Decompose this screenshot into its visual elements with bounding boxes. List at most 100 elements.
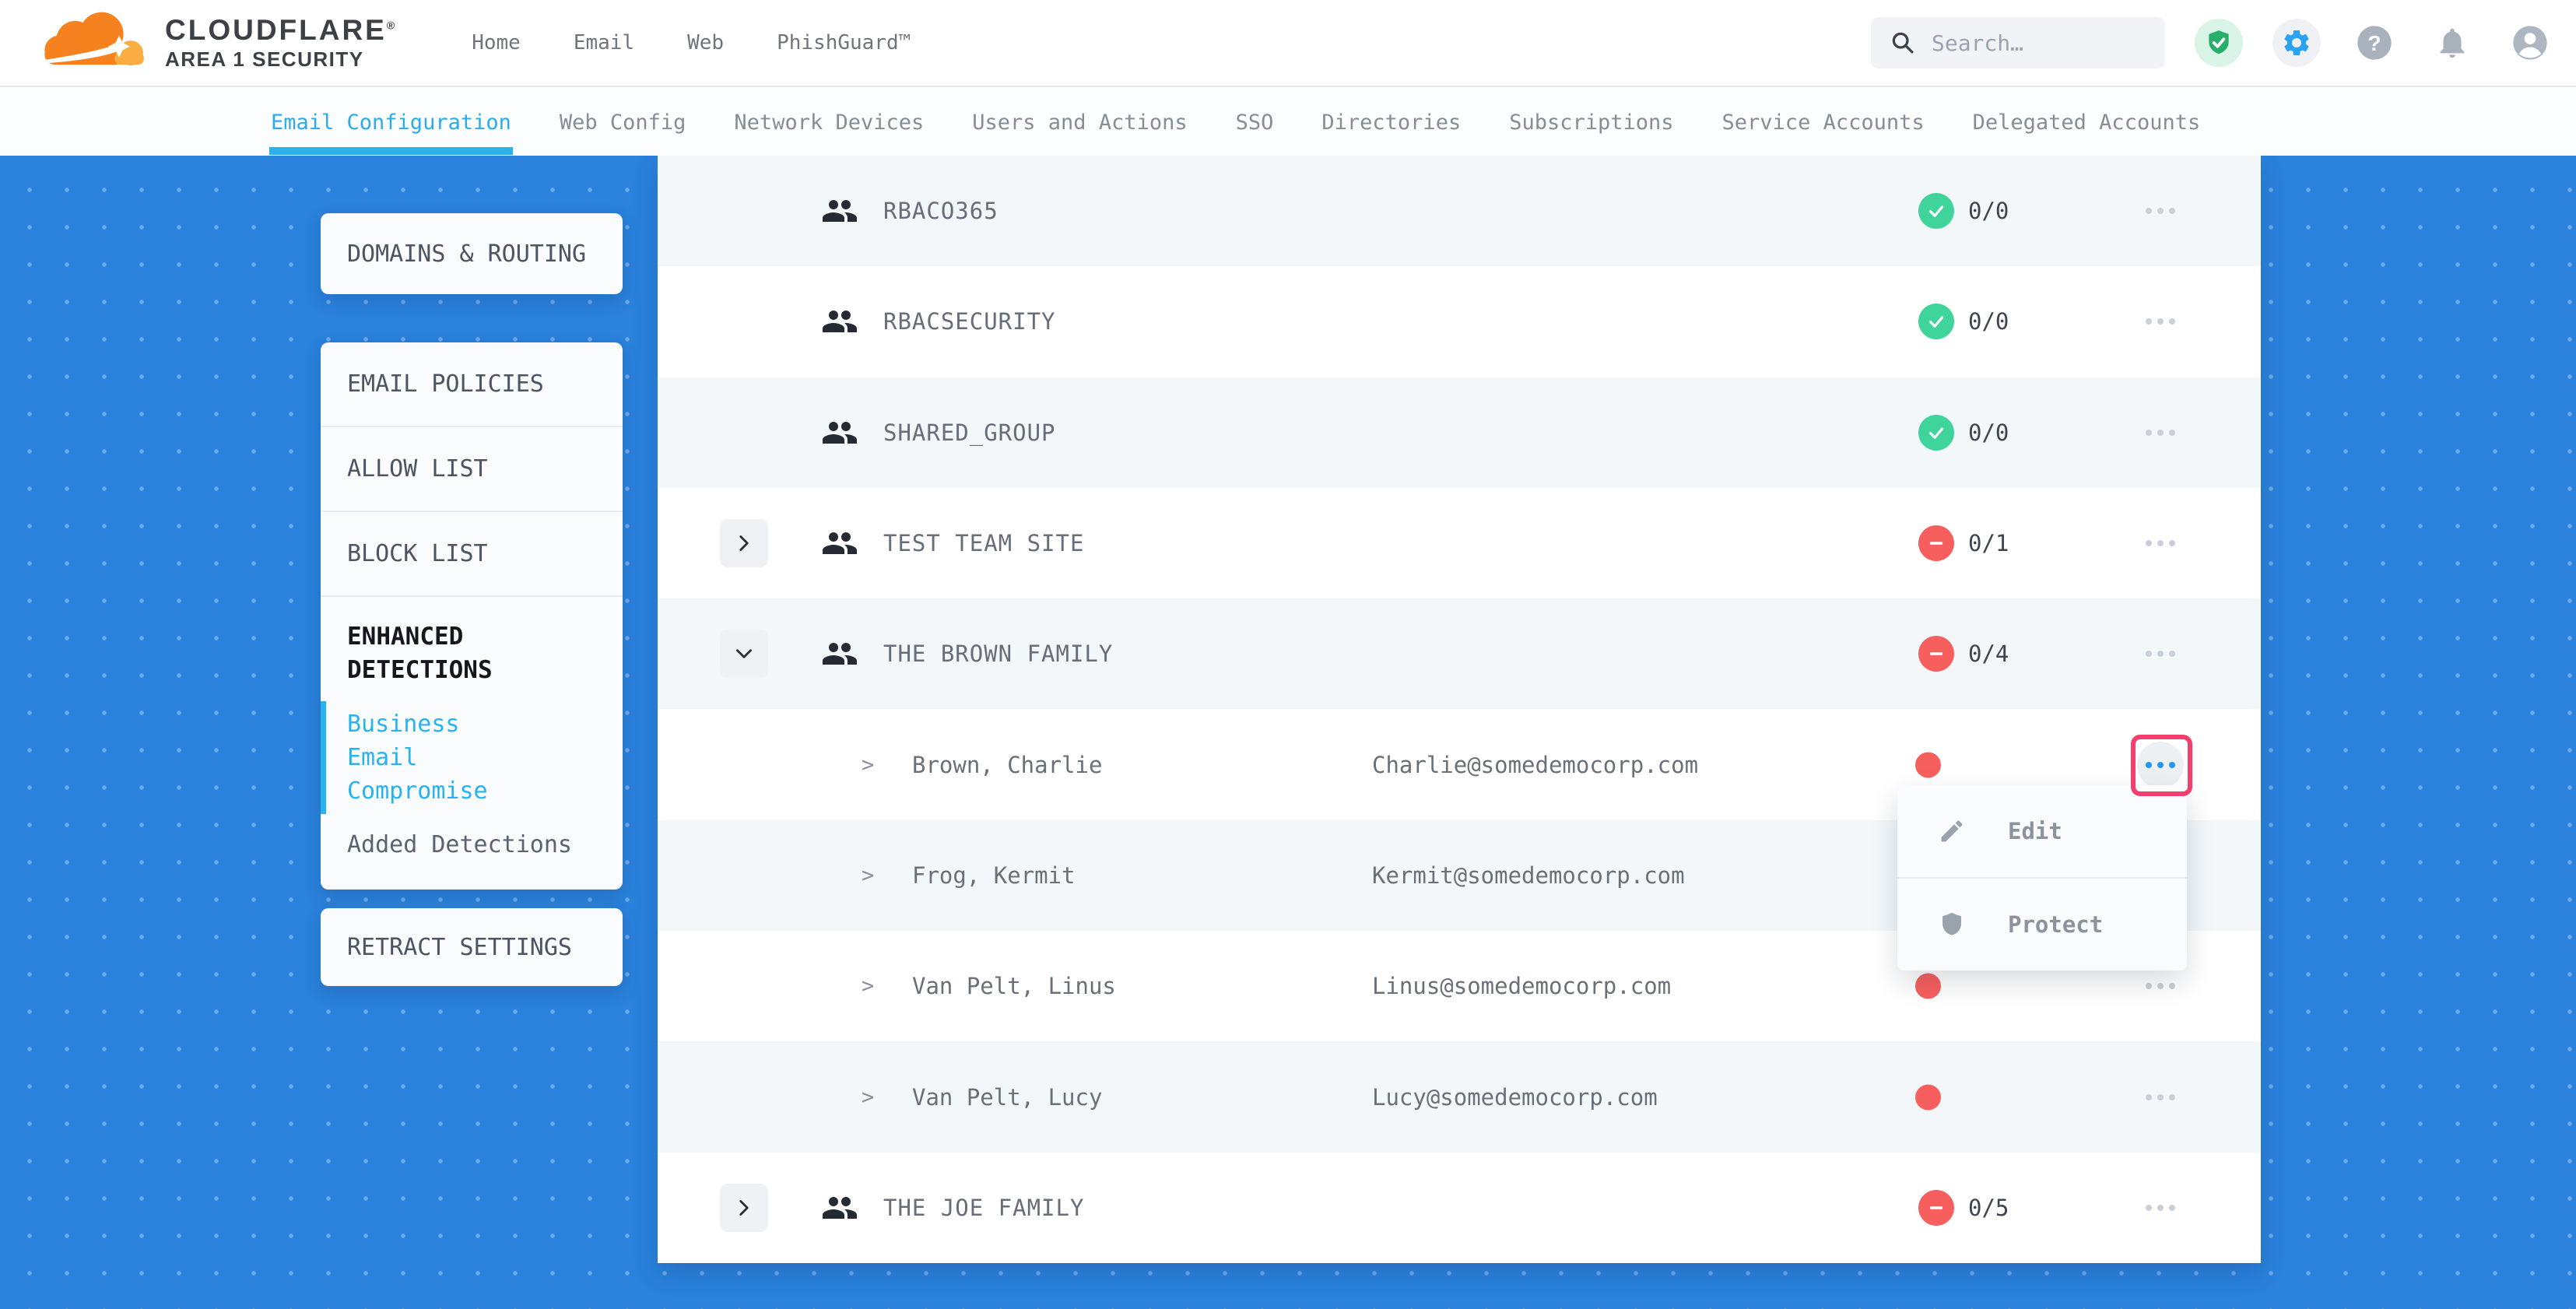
- dot: [2169, 318, 2175, 325]
- row-actions-menu-button[interactable]: [2137, 630, 2184, 677]
- status-dot: [1915, 1084, 1941, 1110]
- settings-gear-icon[interactable]: [2272, 19, 2321, 67]
- notifications-bell-icon[interactable]: [2428, 19, 2476, 67]
- protection-count: 0/1: [1968, 530, 2009, 556]
- table-row-group[interactable]: RBACO3650/0: [658, 156, 2261, 266]
- groups-table: RBACO3650/0RBACSECURITY0/0SHARED_GROUP0/…: [658, 156, 2261, 1263]
- section-tabbar: Email Configuration Web Config Network Dev…: [0, 89, 2576, 156]
- people-icon: [821, 414, 858, 451]
- tab-users-and-actions[interactable]: Users and Actions: [972, 111, 1187, 135]
- sidebar-item-domains-routing[interactable]: DOMAINS & ROUTING: [321, 213, 623, 294]
- group-people-icon: [821, 525, 858, 562]
- row-actions-menu-button[interactable]: [2137, 298, 2184, 345]
- sidebar-item-added-detections[interactable]: Added Detections: [347, 828, 596, 862]
- dot: [2146, 1094, 2152, 1100]
- nav-link-home[interactable]: Home: [472, 31, 521, 54]
- row-context-menu: Edit Protect: [1897, 785, 2187, 970]
- protection-count: 0/0: [1968, 198, 2009, 224]
- dot: [2157, 651, 2164, 657]
- sidebar-item-business-email-compromise[interactable]: Business Email Compromise: [347, 707, 542, 808]
- tab-service-accounts[interactable]: Service Accounts: [1722, 111, 1925, 135]
- sidebar-item-email-policies[interactable]: EMAIL POLICIES: [321, 342, 623, 426]
- table-row-member[interactable]: >Van Pelt, LucyLucy@somedemocorp.com: [658, 1041, 2261, 1152]
- dot: [2146, 430, 2152, 436]
- status-dot: [1915, 974, 1941, 999]
- status-blocked-badge: [1918, 1190, 1954, 1226]
- tab-delegated-accounts[interactable]: Delegated Accounts: [1973, 111, 2201, 135]
- nav-link-phishguard[interactable]: PhishGuard™: [777, 31, 911, 54]
- minus-icon: [1925, 642, 1948, 665]
- tab-web-config[interactable]: Web Config: [560, 111, 686, 135]
- collapse-button[interactable]: [720, 630, 768, 678]
- sidebar-item-block-list[interactable]: BLOCK LIST: [321, 512, 623, 595]
- dot: [2146, 540, 2152, 546]
- check-icon: [1925, 310, 1948, 333]
- shield-check-icon[interactable]: [2195, 19, 2243, 67]
- status-blocked-badge: [1918, 636, 1954, 672]
- context-menu-label: Edit: [2008, 818, 2062, 844]
- context-menu-item-protect[interactable]: Protect: [1897, 879, 2187, 970]
- row-actions-menu-button[interactable]: [2137, 1074, 2184, 1121]
- group-name: RBACSECURITY: [883, 308, 1056, 335]
- table-row-group[interactable]: TEST TEAM SITE0/1: [658, 488, 2261, 598]
- dot: [2157, 540, 2164, 546]
- protection-count: 0/5: [1968, 1195, 2009, 1221]
- tab-subscriptions[interactable]: Subscriptions: [1509, 111, 1673, 135]
- people-icon: [821, 1189, 858, 1227]
- context-menu-item-edit[interactable]: Edit: [1897, 785, 2187, 877]
- chevron-right-icon: >: [862, 1085, 874, 1109]
- chevron-right-icon: [731, 530, 757, 556]
- group-people-icon: [821, 192, 858, 230]
- account-avatar-icon[interactable]: [2506, 19, 2554, 67]
- group-people-icon: [821, 303, 858, 340]
- group-name: THE BROWN FAMILY: [883, 640, 1113, 667]
- svg-text:?: ?: [2367, 31, 2381, 55]
- tab-sso[interactable]: SSO: [1236, 111, 1274, 135]
- dot: [2146, 983, 2152, 989]
- table-row-group[interactable]: SHARED_GROUP0/0: [658, 377, 2261, 488]
- search-input[interactable]: [1932, 30, 2134, 56]
- row-actions-menu-button[interactable]: [2137, 409, 2184, 456]
- help-icon[interactable]: ?: [2350, 19, 2399, 67]
- member-name: Van Pelt, Linus: [912, 973, 1116, 999]
- member-email: Lucy@somedemocorp.com: [1372, 1084, 1658, 1111]
- dot: [2157, 983, 2164, 989]
- nav-link-web[interactable]: Web: [687, 31, 724, 54]
- dot: [2157, 208, 2164, 214]
- nav-link-email[interactable]: Email: [574, 31, 634, 54]
- expand-button[interactable]: [720, 1184, 768, 1232]
- row-actions-menu-button[interactable]: [2137, 188, 2184, 234]
- dot: [2169, 540, 2175, 546]
- member-email: Kermit@somedemocorp.com: [1372, 862, 1685, 889]
- status-blocked-badge: [1918, 525, 1954, 561]
- row-actions-menu-button[interactable]: [2137, 520, 2184, 567]
- table-row-group[interactable]: THE BROWN FAMILY0/4: [658, 598, 2261, 709]
- dot: [2157, 1094, 2164, 1100]
- trademark-mark: ®: [387, 19, 397, 32]
- cloudflare-logo[interactable]: CLOUDFLARE® AREA 1 SECURITY: [37, 9, 397, 76]
- expand-button[interactable]: [720, 519, 768, 567]
- table-row-group[interactable]: RBACSECURITY0/0: [658, 266, 2261, 377]
- dot: [2169, 1205, 2175, 1211]
- group-people-icon: [821, 1189, 858, 1227]
- dot: [2146, 651, 2152, 657]
- search-bar[interactable]: [1871, 17, 2165, 68]
- tab-directories[interactable]: Directories: [1321, 111, 1461, 135]
- sidebar-label: RETRACT SETTINGS: [347, 934, 572, 961]
- enhanced-detections-title[interactable]: ENHANCED DETECTIONS: [347, 620, 557, 687]
- search-icon: [1890, 30, 1916, 56]
- tab-email-configuration[interactable]: Email Configuration: [271, 111, 511, 135]
- dot: [2157, 1205, 2164, 1211]
- people-icon: [821, 525, 858, 562]
- sidebar-item-retract-settings[interactable]: RETRACT SETTINGS: [321, 908, 623, 986]
- tab-network-devices[interactable]: Network Devices: [734, 111, 924, 135]
- logo-brand: CLOUDFLARE®: [165, 16, 397, 46]
- table-row-group[interactable]: THE JOE FAMILY0/5: [658, 1153, 2261, 1263]
- dot: [2146, 208, 2152, 214]
- status-ok-badge: [1918, 304, 1954, 339]
- dot: [2169, 762, 2175, 768]
- row-actions-menu-button[interactable]: [2137, 1184, 2184, 1231]
- row-actions-menu-button[interactable]: [2137, 742, 2184, 788]
- sidebar-item-allow-list[interactable]: ALLOW LIST: [321, 427, 623, 511]
- check-icon: [1925, 421, 1948, 444]
